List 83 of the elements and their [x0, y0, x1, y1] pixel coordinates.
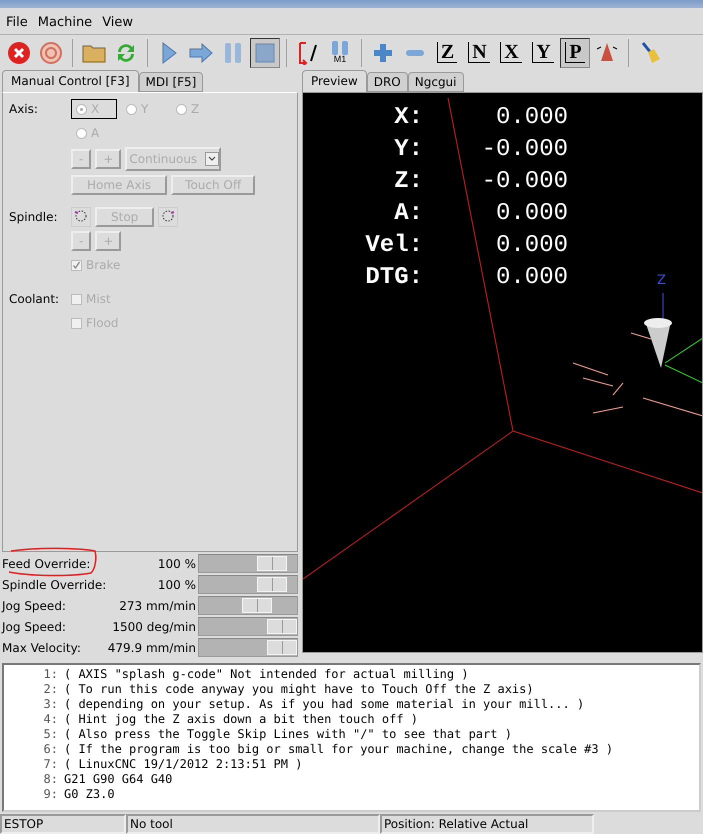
dro-axis-label: Y: [393, 135, 423, 164]
line-number: 9: [42, 787, 59, 802]
tab[interactable]: DRO [366, 72, 408, 92]
code-line: ( Also press the Toggle Skip Lines with "/" to see that part ) [64, 727, 512, 742]
stop-icon [255, 42, 275, 63]
line-number: 3: [42, 697, 59, 712]
menu-item[interactable]: Machine [38, 15, 92, 30]
code-line: ( LinuxCNC 19/1/2012 2:13:51 PM ) [64, 757, 302, 772]
dro-value: -0.000 [480, 167, 568, 196]
slider-label: Spindle Override: [2, 578, 106, 592]
slider-label: Max Velocity: [2, 640, 81, 655]
code-line: ( Hint jog the Z axis down a bit then touch off ) [64, 712, 418, 728]
code-line: ( If the program is too big or small for your machine, change the scale #3 ) [64, 742, 614, 758]
dro-axis-label: X: [393, 103, 423, 132]
preview-canvas[interactable]: X: 0.000 Y: -0.000 Z: -0.000 A: 0.000 Vel: 0.000 DTG: 0.000 Z [302, 92, 703, 654]
dro-value: 0.000 [494, 231, 568, 260]
line-number: 6: [42, 742, 59, 758]
tab[interactable]: Preview [302, 70, 367, 92]
caret-icon [205, 152, 220, 166]
status-field: ESTOP [0, 814, 126, 834]
dro-axis-label: DTG: [364, 263, 423, 292]
slider-label: Jog Speed: [2, 598, 66, 613]
toolbar-button[interactable]: X [496, 38, 526, 68]
toolbar-button[interactable]: M1 [325, 38, 355, 68]
toolbar-button[interactable]: N [464, 38, 494, 68]
zoom-in-icon [373, 42, 393, 63]
tab[interactable]: Manual Control [F3] [2, 70, 139, 92]
arrow-icon [189, 42, 213, 63]
slider-reading: 479.9 mm/min [108, 640, 196, 655]
status-field: Position: Relative Actual [380, 814, 594, 834]
dro-value: 0.000 [494, 263, 568, 292]
rotate-left-icon [74, 208, 88, 223]
power-icon [39, 40, 63, 65]
slider[interactable] [198, 638, 298, 658]
broom-icon [639, 40, 661, 65]
code-line: ( AXIS "splash g-code" Not intended for actual milling ) [64, 667, 469, 682]
spindle-label: Spindle: [9, 210, 59, 224]
rotate-right-icon [161, 208, 176, 223]
reload-icon [115, 42, 137, 64]
code-line: ( depending on your setup. As if you had some material in your mill... ) [64, 697, 584, 712]
axis-label: Axis: [9, 102, 39, 116]
line-number: 5: [42, 727, 59, 742]
slider-reading: 100 % [158, 556, 196, 571]
line-number: 4: [42, 712, 59, 728]
slider-label: Feed Override: [2, 556, 90, 571]
slider-label: Jog Speed: [2, 620, 66, 634]
pause-icon [224, 42, 242, 64]
line-number: 7: [42, 757, 59, 772]
dro-value: -0.000 [480, 135, 568, 164]
axis-label: Z [657, 273, 666, 288]
line-number: 1: [42, 667, 59, 682]
code-line: G0 Z3.0 [64, 787, 115, 802]
slider-reading: 1500 deg/min [112, 620, 196, 634]
slider[interactable] [198, 596, 298, 616]
slider[interactable] [198, 575, 298, 594]
dro-axis-label: A: [393, 199, 423, 228]
code-line: ( To run this code anyway you might have to Touch Off the Z axis) [64, 682, 534, 698]
toolbar-button[interactable]: P [560, 38, 590, 68]
tab[interactable]: MDI [F5] [138, 72, 204, 92]
dro-axis-label: Z: [393, 167, 423, 196]
dro-value: 0.000 [494, 103, 568, 132]
status-field: No tool [126, 814, 380, 834]
dro-axis-label: Vel: [364, 231, 423, 260]
checkmark-icon [72, 260, 81, 270]
coolant-label: Coolant: [9, 292, 60, 306]
toolbar-button[interactable]: Z [432, 38, 462, 68]
dro-value: 0.000 [494, 199, 568, 228]
slider[interactable] [198, 554, 298, 574]
toolbar-button[interactable]: Y [528, 38, 558, 68]
menu-item[interactable]: View [102, 15, 134, 30]
slider-reading: 100 % [158, 578, 196, 592]
slider[interactable] [198, 617, 298, 636]
skip-lines-icon [297, 40, 319, 65]
tab[interactable]: Ngcgui [408, 72, 464, 92]
menu-item[interactable]: File [6, 15, 28, 30]
zoom-out-icon [405, 48, 425, 57]
code-line: G21 G90 G64 G40 [64, 772, 172, 788]
line-number: 8: [42, 772, 59, 788]
play-icon [161, 42, 177, 64]
toolbar-button[interactable] [250, 38, 280, 68]
close-icon [7, 40, 31, 65]
slider-reading: 273 mm/min [119, 598, 196, 613]
line-number: 2: [42, 682, 59, 698]
